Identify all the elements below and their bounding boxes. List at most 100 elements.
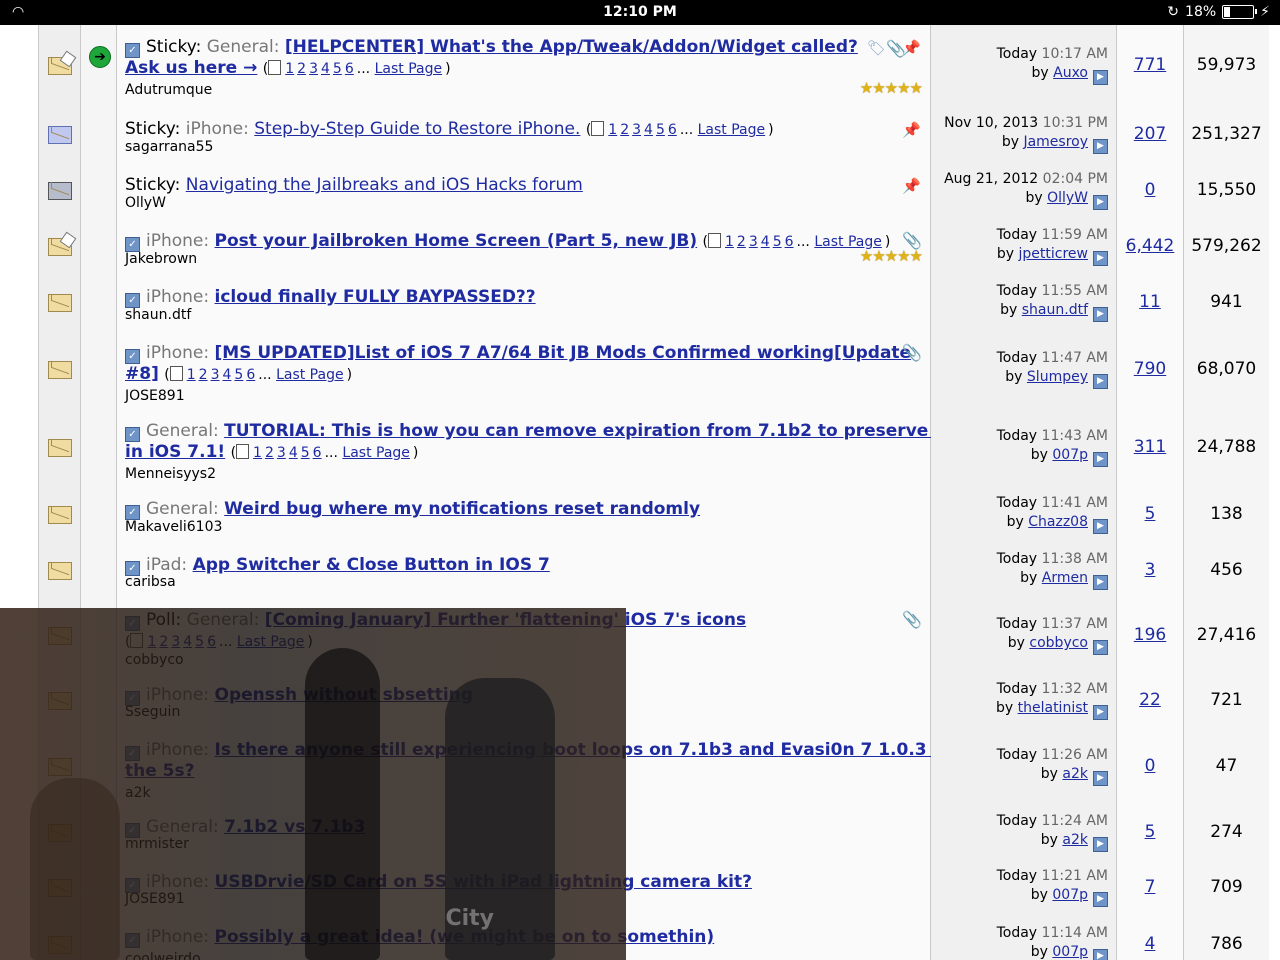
go-to-last-post-icon[interactable]: ▶	[1093, 705, 1108, 720]
last-poster-link[interactable]: Jamesroy	[1023, 134, 1088, 150]
go-arrow-icon[interactable]: ➔	[89, 46, 111, 68]
thread-title-link[interactable]: #8]	[125, 364, 159, 384]
replies-link[interactable]: 790	[1117, 359, 1183, 379]
thread-title-link[interactable]: in iOS 7.1!	[125, 442, 225, 462]
replies-link[interactable]: 3	[1117, 560, 1183, 580]
replies-link[interactable]: 6,442	[1117, 236, 1183, 256]
thread-title-link[interactable]: [MS UPDATED]List of iOS 7 A7/64 Bit JB M…	[215, 343, 912, 363]
go-to-last-post-icon[interactable]: ▶	[1093, 70, 1108, 85]
checkbox-icon[interactable]: ✓	[125, 427, 140, 442]
go-to-last-post-icon[interactable]: ▶	[1093, 519, 1108, 534]
last-poster-link[interactable]: a2k	[1062, 766, 1088, 782]
page-link[interactable]: 5	[333, 61, 342, 77]
checkbox-icon[interactable]: ✓	[125, 237, 140, 252]
replies-link[interactable]: 5	[1117, 822, 1183, 842]
page-link[interactable]: 1	[253, 445, 262, 461]
thread-title-link[interactable]: Ask us here →	[125, 58, 257, 78]
thread-title-link[interactable]: Post your Jailbroken Home Screen (Part 5…	[215, 231, 698, 251]
last-poster-link[interactable]: Armen	[1042, 570, 1088, 586]
replies-link[interactable]: 5	[1117, 504, 1183, 524]
page-link[interactable]: 4	[222, 367, 231, 383]
replies-link[interactable]: 22	[1117, 690, 1183, 710]
page-link[interactable]: 5	[234, 367, 243, 383]
go-to-last-post-icon[interactable]: ▶	[1093, 452, 1108, 467]
thread-title-link[interactable]: Navigating the Jailbreaks and iOS Hacks …	[186, 175, 583, 195]
thread-title-link[interactable]: TUTORIAL: This is how you can remove exp…	[224, 421, 953, 441]
last-poster-link[interactable]: a2k	[1062, 832, 1088, 848]
last-poster-link[interactable]: shaun.dtf	[1022, 302, 1088, 318]
page-link[interactable]: 6	[668, 122, 677, 138]
page-link[interactable]: 6	[785, 234, 794, 250]
go-to-last-post-icon[interactable]: ▶	[1093, 575, 1108, 590]
page-link[interactable]: 1	[725, 234, 734, 250]
last-page-link[interactable]: Last Page	[276, 367, 344, 383]
checkbox-icon[interactable]: ✓	[125, 293, 140, 308]
thread-author[interactable]: caribsa	[125, 574, 176, 590]
go-to-last-post-icon[interactable]: ▶	[1093, 771, 1108, 786]
page-link[interactable]: 2	[199, 367, 208, 383]
replies-link[interactable]: 196	[1117, 625, 1183, 645]
page-link[interactable]: 2	[737, 234, 746, 250]
replies-link[interactable]: 7	[1117, 877, 1183, 897]
page-link[interactable]: 3	[211, 367, 220, 383]
page-link[interactable]: 6	[313, 445, 322, 461]
checkbox-icon[interactable]: ✓	[125, 505, 140, 520]
go-to-last-post-icon[interactable]: ▶	[1093, 374, 1108, 389]
go-to-last-post-icon[interactable]: ▶	[1093, 139, 1108, 154]
thread-title-link[interactable]: [HELPCENTER] What's the App/Tweak/Addon/…	[285, 37, 858, 57]
page-link[interactable]: 2	[265, 445, 274, 461]
thread-title-link[interactable]: Step-by-Step Guide to Restore iPhone.	[254, 119, 580, 139]
thread-author[interactable]: Menneisyys2	[125, 466, 216, 482]
thread-title-link[interactable]: Weird bug where my notifications reset r…	[224, 499, 700, 519]
last-poster-link[interactable]: Slumpey	[1027, 369, 1088, 385]
thread-author[interactable]: Makaveli6103	[125, 519, 222, 535]
thread-title-link[interactable]: icloud finally FULLY BAYPASSED??	[215, 287, 536, 307]
replies-link[interactable]: 311	[1117, 437, 1183, 457]
page-link[interactable]: 1	[285, 61, 294, 77]
thread-author[interactable]: sagarrana55	[125, 139, 213, 155]
page-link[interactable]: 4	[289, 445, 298, 461]
checkbox-icon[interactable]: ✓	[125, 349, 140, 364]
page-link[interactable]: 4	[761, 234, 770, 250]
go-to-last-post-icon[interactable]: ▶	[1093, 307, 1108, 322]
thread-author[interactable]: OllyW	[125, 195, 166, 211]
page-link[interactable]: 2	[620, 122, 629, 138]
page-link[interactable]: 1	[608, 122, 617, 138]
replies-link[interactable]: 207	[1117, 124, 1183, 144]
go-to-last-post-icon[interactable]: ▶	[1093, 892, 1108, 907]
last-page-link[interactable]: Last Page	[698, 122, 766, 138]
page-link[interactable]: 2	[297, 61, 306, 77]
page-link[interactable]: 1	[187, 367, 196, 383]
checkbox-icon[interactable]: ✓	[125, 43, 140, 58]
thread-author[interactable]: Adutrumque	[125, 82, 212, 98]
go-to-last-post-icon[interactable]: ▶	[1093, 949, 1108, 960]
last-poster-link[interactable]: OllyW	[1047, 190, 1088, 206]
go-to-last-post-icon[interactable]: ▶	[1093, 640, 1108, 655]
replies-link[interactable]: 0	[1117, 756, 1183, 776]
go-to-last-post-icon[interactable]: ▶	[1093, 837, 1108, 852]
replies-link[interactable]: 11	[1117, 292, 1183, 312]
last-poster-link[interactable]: cobbyco	[1029, 635, 1088, 651]
page-link[interactable]: 5	[301, 445, 310, 461]
thread-author[interactable]: Jakebrown	[125, 251, 197, 267]
page-link[interactable]: 5	[656, 122, 665, 138]
go-to-last-post-icon[interactable]: ▶	[1093, 251, 1108, 266]
page-link[interactable]: 3	[309, 61, 318, 77]
video-overlay[interactable]: City	[0, 608, 626, 960]
thread-author[interactable]: JOSE891	[125, 388, 185, 404]
page-link[interactable]: 5	[773, 234, 782, 250]
page-link[interactable]: 3	[632, 122, 641, 138]
last-poster-link[interactable]: 007p	[1052, 447, 1088, 463]
replies-link[interactable]: 4	[1117, 934, 1183, 954]
page-link[interactable]: 3	[277, 445, 286, 461]
page-link[interactable]: 6	[345, 61, 354, 77]
thread-author[interactable]: shaun.dtf	[125, 307, 191, 323]
last-poster-link[interactable]: Auxo	[1053, 65, 1088, 81]
thread-title-link[interactable]: App Switcher & Close Button in IOS 7	[193, 555, 550, 575]
page-link[interactable]: 4	[644, 122, 653, 138]
last-poster-link[interactable]: 007p	[1052, 887, 1088, 903]
replies-link[interactable]: 771	[1117, 55, 1183, 75]
page-link[interactable]: 3	[749, 234, 758, 250]
last-poster-link[interactable]: Chazz08	[1028, 514, 1088, 530]
replies-link[interactable]: 0	[1117, 180, 1183, 200]
